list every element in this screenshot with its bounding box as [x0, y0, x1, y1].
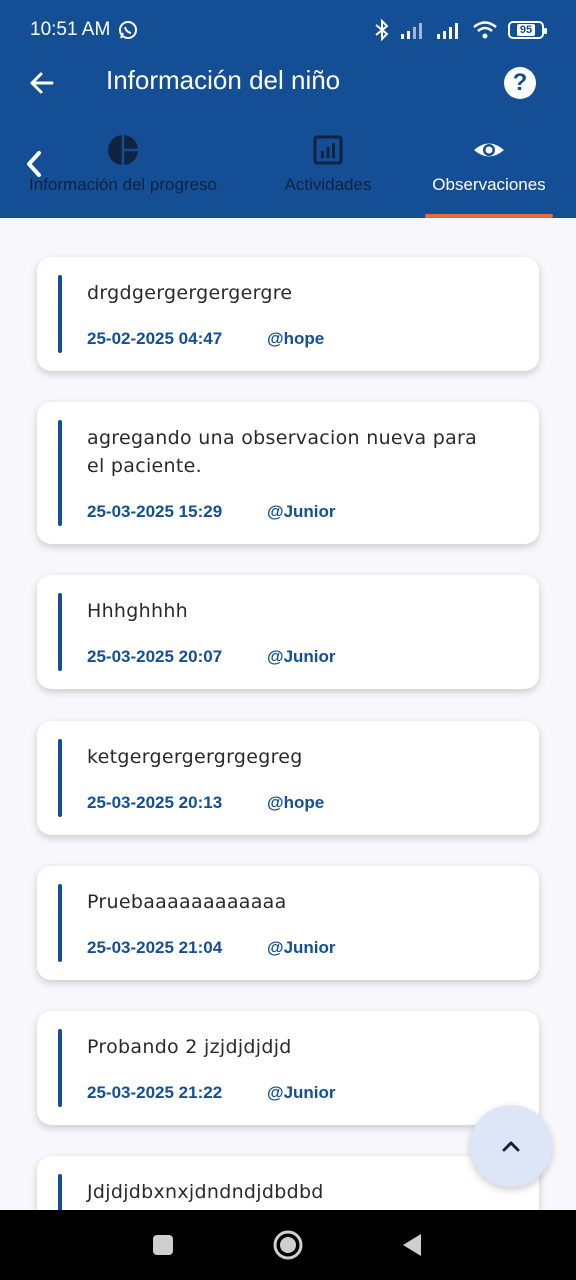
bar-chart-icon — [313, 135, 343, 165]
observation-text: Probando 2 jzjdjdjdjd — [87, 1036, 292, 1058]
card-accent-bar — [58, 593, 62, 671]
observation-date: 25-03-2025 21:22 — [87, 1083, 223, 1102]
observation-card[interactable]: agregando una observacion nueva para el … — [37, 402, 539, 544]
observation-date: 25-03-2025 20:13 — [87, 793, 223, 812]
chevron-up-icon — [502, 1141, 520, 1152]
scroll-to-top-button[interactable] — [470, 1105, 552, 1187]
observation-card[interactable]: Jdjdjdbxnxjdndndjdbdbd — [37, 1156, 539, 1210]
back-triangle-icon[interactable] — [396, 1228, 430, 1262]
observation-card[interactable]: Pruebaaaaaaaaaaaa 25-03-2025 21:04 @Juni… — [37, 866, 539, 980]
observation-date: 25-03-2025 20:07 — [87, 647, 223, 666]
observation-text: ketgergergergrgegreg — [87, 746, 303, 768]
observation-user: @Junior — [267, 1083, 336, 1102]
observation-card[interactable]: ketgergergergrgegreg 25-03-2025 20:13 @h… — [37, 721, 539, 835]
tab-progress-label: Información del progreso — [28, 175, 218, 194]
bluetooth-icon — [375, 19, 389, 41]
tab-activities[interactable]: Actividades — [268, 125, 388, 195]
tab-observations[interactable]: Observaciones — [425, 125, 553, 195]
observation-card[interactable]: Hhhghhhh 25-03-2025 20:07 @Junior — [37, 575, 539, 689]
observation-text: Jdjdjdbxnxjdndndjdbdbd — [87, 1181, 324, 1203]
observation-card[interactable]: Probando 2 jzjdjdjdjd 25-03-2025 21:22 @… — [37, 1011, 539, 1125]
status-icons: 95 — [374, 18, 547, 42]
back-arrow-icon[interactable] — [24, 65, 60, 101]
status-time: 10:51 AM — [30, 19, 111, 40]
eye-icon — [474, 143, 504, 157]
observation-date: 25-03-2025 21:04 — [87, 938, 223, 957]
app-bar: Información del niño ? — [0, 55, 576, 111]
signal-icon — [401, 23, 422, 39]
signal-icon-2 — [437, 23, 458, 39]
observation-user: @hope — [267, 329, 325, 348]
header: 10:51 AM 95 Información del niño ? Infor… — [0, 0, 576, 218]
tab-observations-label: Observaciones — [432, 175, 546, 194]
recents-icon[interactable] — [146, 1228, 180, 1262]
pie-chart-icon — [108, 135, 138, 165]
system-navigation-bar — [0, 1210, 576, 1280]
observation-date: 25-03-2025 15:29 — [87, 502, 223, 521]
home-icon[interactable] — [271, 1228, 305, 1262]
observation-user: @Junior — [267, 647, 336, 666]
card-accent-bar — [58, 1174, 62, 1210]
observation-text: Hhhghhhh — [87, 600, 188, 622]
card-accent-bar — [58, 275, 62, 353]
tab-progress[interactable]: Información del progreso — [14, 125, 232, 195]
observation-user: @Junior — [267, 502, 336, 521]
wifi-icon — [473, 21, 497, 39]
observation-text: drgdgergergergergre — [87, 282, 293, 304]
observation-user: @Junior — [267, 938, 336, 957]
battery-icon: 95 — [508, 21, 547, 39]
help-button[interactable]: ? — [504, 67, 536, 99]
battery-level: 95 — [516, 24, 536, 36]
card-accent-bar — [58, 884, 62, 962]
observation-user: @hope — [267, 793, 325, 812]
card-accent-bar — [58, 1029, 62, 1107]
observation-text: agregando una observacion nueva para el … — [87, 427, 478, 477]
observations-list[interactable]: drgdgergergergergre 25-02-2025 04:47 @ho… — [0, 218, 576, 1210]
card-accent-bar — [58, 739, 62, 817]
page-title: Información del niño — [106, 65, 341, 95]
tab-bar: Información del progreso Actividades Obs… — [0, 125, 576, 218]
observation-text: Pruebaaaaaaaaaaaa — [87, 891, 287, 913]
status-bar: 10:51 AM 95 — [0, 0, 576, 60]
tab-activities-label: Actividades — [284, 175, 372, 194]
whatsapp-icon — [119, 21, 137, 39]
card-accent-bar — [58, 420, 62, 526]
observation-card[interactable]: drgdgergergergergre 25-02-2025 04:47 @ho… — [37, 257, 539, 371]
observation-date: 25-02-2025 04:47 — [87, 329, 223, 348]
